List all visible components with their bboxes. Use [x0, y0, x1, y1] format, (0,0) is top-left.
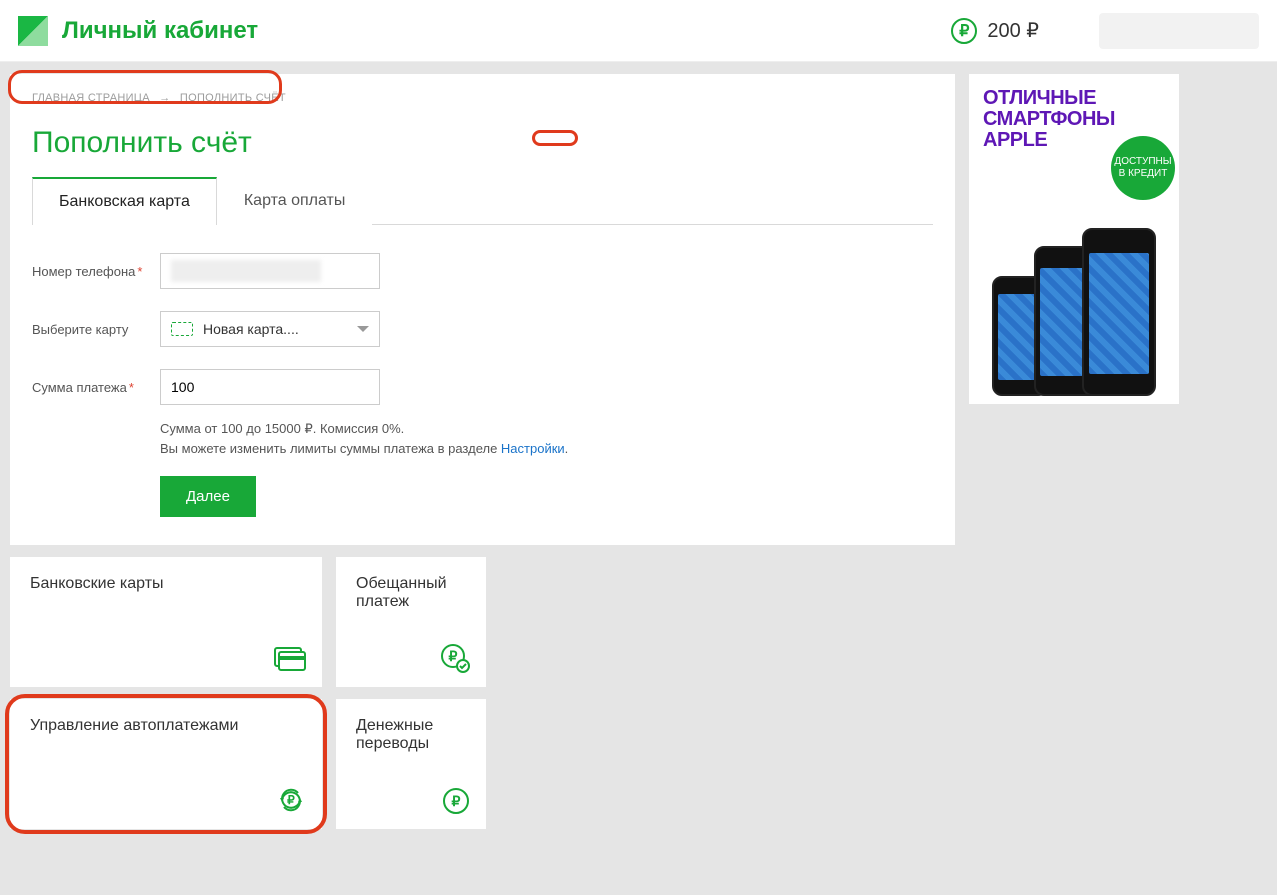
card-select-value: Новая карта....	[203, 321, 299, 337]
ruble-cycle-icon: ₽	[276, 785, 306, 815]
logo-icon	[18, 16, 48, 46]
svg-text:₽: ₽	[287, 793, 295, 807]
tab-pay-card[interactable]: Карта оплаты	[217, 177, 373, 225]
tile-promised-payment[interactable]: Обещанный платеж ₽	[336, 557, 486, 687]
phone-label: Номер телефона*	[32, 264, 160, 279]
card-select-label: Выберите карту	[32, 322, 160, 337]
ad-badge: ДОСТУПНЫ В КРЕДИТ	[1111, 136, 1175, 200]
breadcrumb-current: ПОПОЛНИТЬ СЧЁТ	[180, 92, 286, 104]
page-title: Пополнить счёт	[32, 126, 933, 160]
next-button[interactable]: Далее	[160, 476, 256, 517]
app-title: Личный кабинет	[62, 17, 258, 45]
balance-display[interactable]: ₽ 200 ₽	[951, 18, 1039, 44]
phone-input[interactable]	[160, 253, 380, 289]
card-select[interactable]: Новая карта....	[160, 311, 380, 347]
amount-input[interactable]	[160, 369, 380, 405]
tile-transfers[interactable]: Денежные переводы ₽	[336, 699, 486, 829]
tile-autopayments[interactable]: Управление автоплатежами ₽	[10, 699, 322, 829]
arrow-icon: →	[159, 92, 170, 104]
ruble-check-icon: ₽	[440, 643, 470, 673]
amount-label: Сумма платежа*	[32, 380, 160, 395]
phone-icon	[1082, 228, 1156, 396]
ad-line-2: СМАРТФОНЫ	[983, 109, 1169, 130]
ruble-icon: ₽	[951, 18, 977, 44]
account-placeholder	[1099, 13, 1259, 49]
tab-bank-card[interactable]: Банковская карта	[32, 177, 217, 225]
phones-graphic	[979, 216, 1169, 396]
main-panel: ГЛАВНАЯ СТРАНИЦА → ПОПОЛНИТЬ СЧЁТ Пополн…	[10, 74, 955, 545]
svg-text:₽: ₽	[452, 793, 461, 809]
tile-bank-cards[interactable]: Банковские карты	[10, 557, 322, 687]
topup-form: Номер телефона* Выберите карту Новая кар…	[32, 253, 933, 517]
ad-line-1: ОТЛИЧНЫЕ	[983, 88, 1169, 109]
new-card-icon	[171, 322, 193, 336]
svg-text:₽: ₽	[449, 648, 458, 664]
chevron-down-icon	[357, 326, 369, 332]
settings-link[interactable]: Настройки	[501, 441, 565, 456]
card-icon	[274, 647, 306, 673]
amount-hint: Сумма от 100 до 15000 ₽. Комиссия 0%. Вы…	[160, 419, 933, 458]
tabs: Банковская карта Карта оплаты	[32, 176, 933, 225]
top-bar: Личный кабинет ₽ 200 ₽	[0, 0, 1277, 62]
breadcrumb-home[interactable]: ГЛАВНАЯ СТРАНИЦА	[32, 92, 150, 104]
phone-blurred-value	[171, 260, 321, 282]
balance-value: 200 ₽	[987, 18, 1039, 43]
ad-banner[interactable]: ОТЛИЧНЫЕ СМАРТФОНЫ APPLE ДОСТУПНЫ В КРЕД…	[969, 74, 1179, 404]
ruble-circle-icon: ₽	[442, 787, 470, 815]
breadcrumb: ГЛАВНАЯ СТРАНИЦА → ПОПОЛНИТЬ СЧЁТ	[32, 92, 933, 104]
